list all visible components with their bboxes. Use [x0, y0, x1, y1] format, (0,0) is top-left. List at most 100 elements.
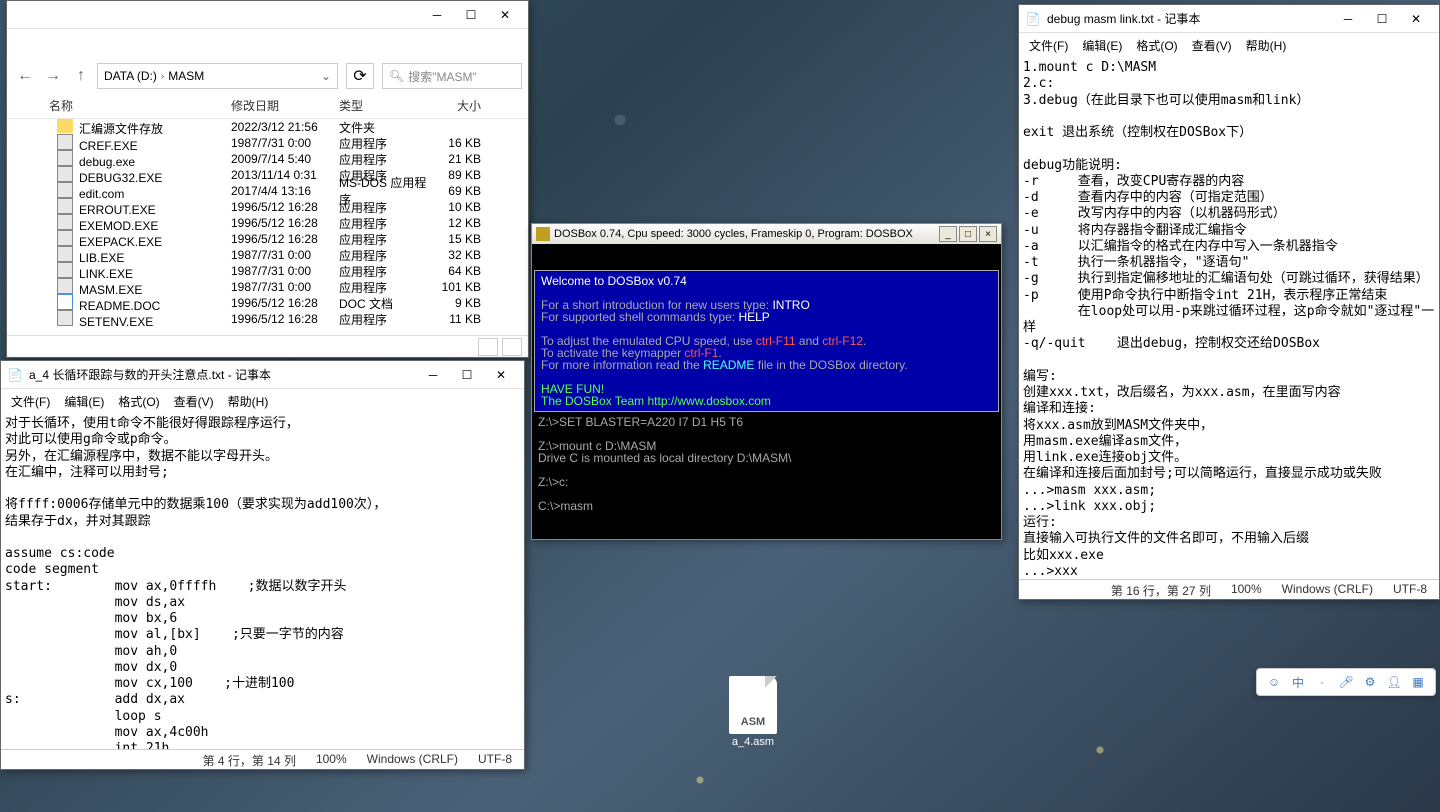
search-placeholder: 搜索"MASM"	[408, 68, 477, 85]
maximize-button[interactable]: ☐	[1365, 7, 1399, 31]
menu-item[interactable]: 查看(V)	[1186, 35, 1238, 56]
notepad1-title: a_4 长循环跟踪与数的开头注意点.txt - 记事本	[29, 366, 416, 383]
file-explorer-window: ─ ☐ ✕ ← → ↑ DATA (D:) › MASM ⌄ ⟳ 🔍︎ 搜索"M…	[6, 0, 529, 358]
notepad1-menubar[interactable]: 文件(F)编辑(E)格式(O)查看(V)帮助(H)	[1, 389, 524, 414]
ime-emoji-icon[interactable]: ☺	[1265, 673, 1283, 691]
menu-item[interactable]: 查看(V)	[168, 391, 220, 412]
notepad1-body[interactable]: 对于长循环，使用t命令不能很好得跟踪程序运行， 对此可以使用g命令或p命令。 另…	[1, 414, 524, 749]
dosbox-title: DOSBox 0.74, Cpu speed: 3000 cycles, Fra…	[554, 228, 939, 240]
explorer-nav: ← → ↑ DATA (D:) › MASM ⌄ ⟳ 🔍︎ 搜索"MASM"	[7, 59, 528, 93]
menu-item[interactable]: 格式(O)	[112, 391, 165, 412]
menu-item[interactable]: 编辑(E)	[58, 391, 110, 412]
status-eol: Windows (CRLF)	[367, 752, 458, 767]
status-pos: 第 16 行，第 27 列	[1111, 582, 1211, 597]
exe-icon	[57, 182, 73, 198]
maximize-button[interactable]: ☐	[450, 363, 484, 387]
menu-item[interactable]: 文件(F)	[5, 391, 56, 412]
close-button[interactable]: ✕	[488, 3, 522, 27]
exe-icon	[57, 262, 73, 278]
ime-toolbar[interactable]: ☺ 中 · 🎤︎ ⚙ 👤︎ ▦	[1256, 668, 1436, 696]
dosbox-titlebar[interactable]: DOSBox 0.74, Cpu speed: 3000 cycles, Fra…	[532, 224, 1001, 244]
notepad-icon: 📄	[7, 367, 23, 383]
status-enc: UTF-8	[1393, 582, 1427, 597]
view-details-button[interactable]	[478, 338, 498, 356]
ime-grid-icon[interactable]: ▦	[1409, 673, 1427, 691]
exe-icon	[57, 278, 73, 294]
status-zoom: 100%	[316, 752, 347, 767]
explorer-footer	[7, 335, 528, 357]
file-icon: ASM	[729, 676, 777, 734]
ime-mic-icon[interactable]: 🎤︎	[1337, 673, 1355, 691]
minimize-button[interactable]: ─	[416, 363, 450, 387]
dropdown-icon[interactable]: ⌄	[321, 69, 331, 83]
exe-icon	[57, 198, 73, 214]
exe-icon	[57, 310, 73, 326]
notepad-window-2: 📄 debug masm link.txt - 记事本 ─ ☐ ✕ 文件(F)编…	[1018, 4, 1440, 600]
dosbox-window: DOSBox 0.74, Cpu speed: 3000 cycles, Fra…	[531, 223, 1002, 540]
minimize-button[interactable]: _	[939, 226, 957, 242]
notepad-icon: 📄	[1025, 11, 1041, 27]
ime-user-icon[interactable]: 👤︎	[1385, 673, 1403, 691]
notepad2-menubar[interactable]: 文件(F)编辑(E)格式(O)查看(V)帮助(H)	[1019, 33, 1439, 58]
exe-icon	[57, 214, 73, 230]
exe-icon	[57, 166, 73, 182]
file-row[interactable]: SETENV.EXE1996/5/12 16:28应用程序11 KB	[7, 311, 528, 327]
exe-icon	[57, 134, 73, 150]
status-eol: Windows (CRLF)	[1282, 582, 1373, 597]
view-icons-button[interactable]	[502, 338, 522, 356]
ime-settings-icon[interactable]: ⚙	[1361, 673, 1379, 691]
status-enc: UTF-8	[478, 752, 512, 767]
search-input[interactable]: 🔍︎ 搜索"MASM"	[382, 63, 522, 89]
back-button[interactable]: ←	[13, 64, 37, 88]
status-pos: 第 4 行，第 14 列	[203, 752, 296, 767]
refresh-button[interactable]: ⟳	[346, 63, 374, 89]
notepad1-titlebar[interactable]: 📄 a_4 长循环跟踪与数的开头注意点.txt - 记事本 ─ ☐ ✕	[1, 361, 524, 389]
explorer-titlebar[interactable]: ─ ☐ ✕	[7, 1, 528, 29]
menu-item[interactable]: 帮助(H)	[1240, 35, 1293, 56]
doc-icon	[57, 294, 73, 310]
maximize-button[interactable]: □	[959, 226, 977, 242]
dosbox-welcome: Welcome to DOSBox v0.74 For a short intr…	[534, 270, 999, 412]
col-name[interactable]: 名称	[19, 97, 231, 114]
dosbox-icon	[536, 227, 550, 241]
dosbox-screen[interactable]: Welcome to DOSBox v0.74 For a short intr…	[532, 244, 1001, 539]
minimize-button[interactable]: ─	[420, 3, 454, 27]
forward-button[interactable]: →	[41, 64, 65, 88]
maximize-button[interactable]: ☐	[454, 3, 488, 27]
ime-punct-icon[interactable]: ·	[1313, 673, 1331, 691]
close-button[interactable]: ×	[979, 226, 997, 242]
menu-item[interactable]: 帮助(H)	[222, 391, 275, 412]
explorer-tab-row[interactable]	[7, 29, 528, 59]
search-icon: 🔍︎	[389, 69, 404, 83]
chevron-right-icon: ›	[161, 71, 164, 82]
notepad-window-1: 📄 a_4 长循环跟踪与数的开头注意点.txt - 记事本 ─ ☐ ✕ 文件(F…	[0, 360, 525, 770]
file-list[interactable]: 汇编源文件存放2022/3/12 21:56文件夹CREF.EXE1987/7/…	[7, 119, 528, 335]
minimize-button[interactable]: ─	[1331, 7, 1365, 31]
address-bar[interactable]: DATA (D:) › MASM ⌄	[97, 63, 338, 89]
close-button[interactable]: ✕	[1399, 7, 1433, 31]
exe-icon	[57, 230, 73, 246]
breadcrumb-segment[interactable]: DATA (D:)	[104, 69, 157, 83]
close-button[interactable]: ✕	[484, 363, 518, 387]
status-zoom: 100%	[1231, 582, 1262, 597]
menu-item[interactable]: 文件(F)	[1023, 35, 1074, 56]
ime-lang-button[interactable]: 中	[1289, 673, 1307, 691]
col-size[interactable]: 大小	[433, 97, 489, 114]
column-headers: 名称 修改日期 类型 大小	[7, 93, 528, 119]
exe-icon	[57, 246, 73, 262]
menu-item[interactable]: 编辑(E)	[1076, 35, 1128, 56]
notepad2-titlebar[interactable]: 📄 debug masm link.txt - 记事本 ─ ☐ ✕	[1019, 5, 1439, 33]
notepad2-statusbar: 第 16 行，第 27 列 100% Windows (CRLF) UTF-8	[1019, 579, 1439, 599]
folder-icon	[57, 119, 73, 133]
exe-icon	[57, 150, 73, 166]
menu-item[interactable]: 格式(O)	[1130, 35, 1183, 56]
breadcrumb-segment[interactable]: MASM	[168, 69, 204, 83]
notepad2-body[interactable]: 1.mount c D:\MASM 2.c: 3.debug（在此目录下也可以使…	[1019, 58, 1439, 579]
col-date[interactable]: 修改日期	[231, 97, 339, 114]
dosbox-prompt[interactable]: Z:\>SET BLASTER=A220 I7 D1 H5 T6 Z:\>mou…	[532, 414, 1001, 514]
col-type[interactable]: 类型	[339, 97, 433, 114]
up-button[interactable]: ↑	[69, 64, 93, 88]
desktop-file-icon[interactable]: ASM a_4.asm	[718, 676, 788, 748]
notepad1-statusbar: 第 4 行，第 14 列 100% Windows (CRLF) UTF-8	[1, 749, 524, 769]
desktop-file-label: a_4.asm	[718, 736, 788, 748]
